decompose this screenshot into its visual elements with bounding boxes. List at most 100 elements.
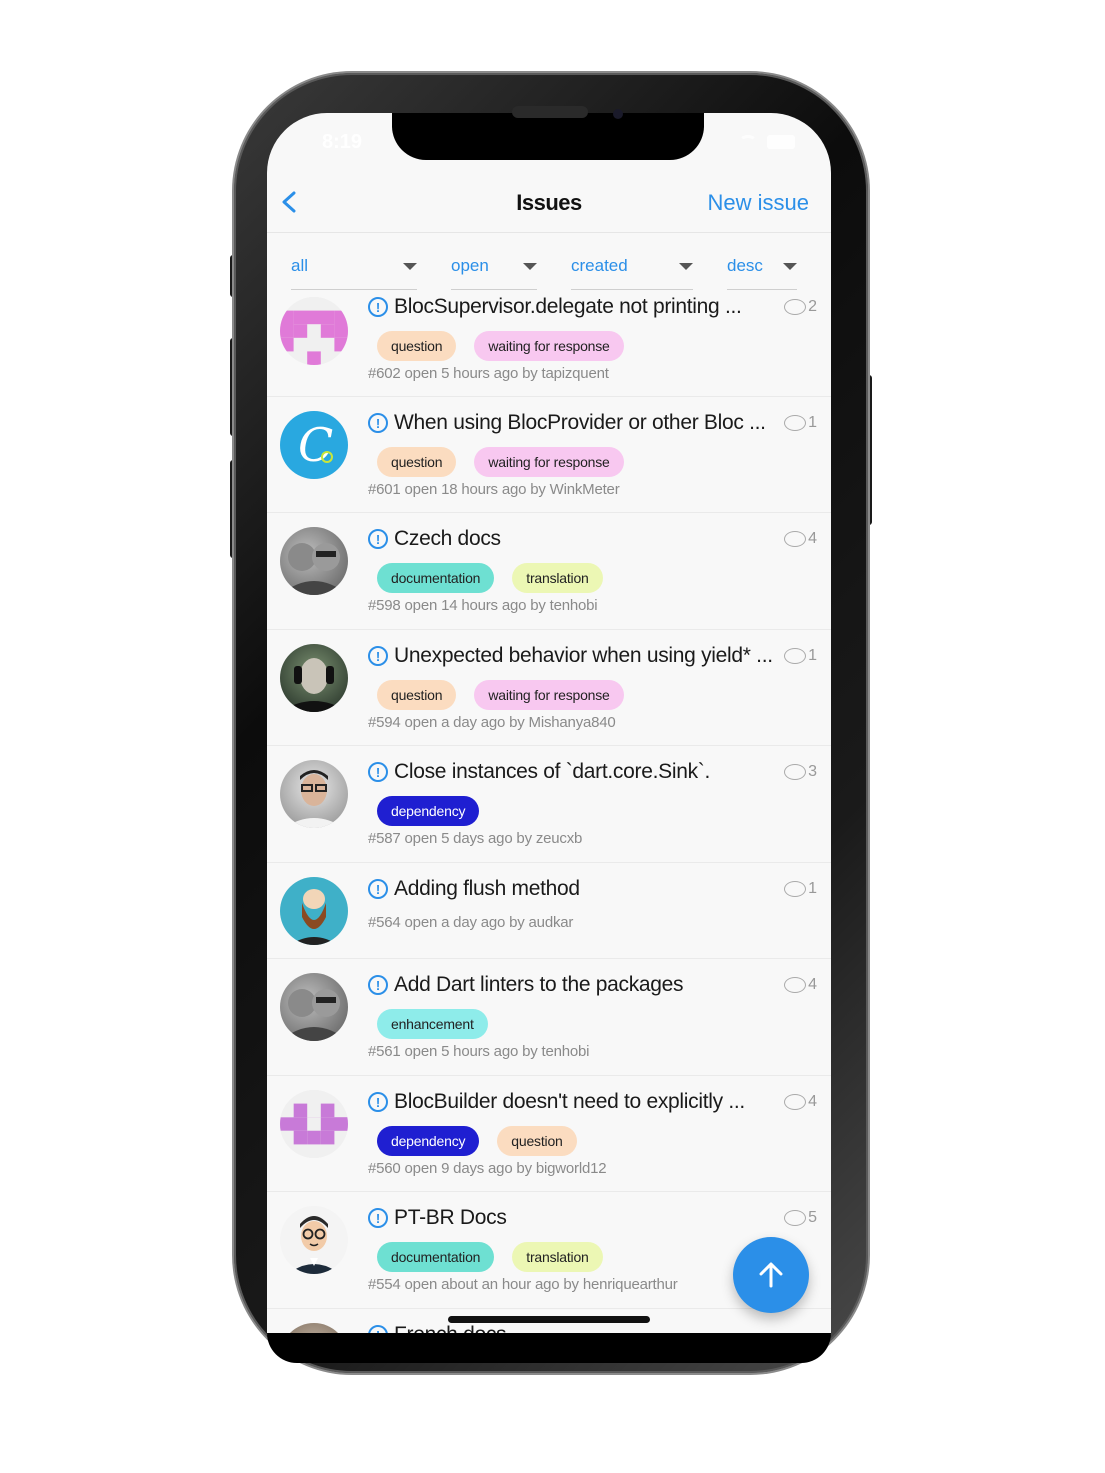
label-group: enhancement bbox=[377, 1009, 488, 1039]
dropdown-caret-icon bbox=[523, 263, 537, 270]
issue-row[interactable]: ! Adding flush method 1 #564 open a day … bbox=[267, 863, 831, 959]
issue-meta: #598 open 14 hours ago by tenhobi bbox=[368, 597, 598, 614]
issue-open-icon: ! bbox=[368, 879, 388, 899]
label-waiting-for-response[interactable]: waiting for response bbox=[474, 331, 624, 361]
issue-title: Czech docs bbox=[394, 527, 501, 550]
filter-label: open bbox=[451, 256, 489, 275]
label-question[interactable]: question bbox=[497, 1126, 577, 1156]
comment-bubble-icon bbox=[784, 881, 807, 897]
label-group: dependency question bbox=[377, 1126, 577, 1156]
issue-row[interactable]: ! BlocSupervisor.delegate not printing .… bbox=[267, 293, 831, 397]
phone-camera bbox=[613, 109, 623, 119]
label-enhancement[interactable]: enhancement bbox=[377, 1009, 488, 1039]
issue-title: BlocSupervisor.delegate not printing ... bbox=[394, 295, 742, 318]
status-icons bbox=[739, 135, 795, 149]
avatar bbox=[280, 297, 348, 365]
label-translation[interactable]: translation bbox=[512, 563, 603, 593]
comment-count: 3 bbox=[784, 763, 817, 781]
label-question[interactable]: question bbox=[377, 680, 457, 710]
issue-row[interactable]: ! Add Dart linters to the packages 4 enh… bbox=[267, 959, 831, 1076]
issue-meta: #554 open about an hour ago by henriquea… bbox=[368, 1276, 678, 1293]
filter-label: all bbox=[291, 256, 309, 275]
label-group: question waiting for response bbox=[377, 447, 624, 477]
issue-title: Unexpected behavior when using yield* ..… bbox=[394, 644, 773, 667]
avatar bbox=[280, 877, 348, 945]
phone-notch bbox=[392, 113, 704, 160]
comment-bubble-icon bbox=[784, 299, 807, 315]
label-documentation[interactable]: documentation bbox=[377, 1242, 495, 1272]
battery-icon bbox=[767, 135, 795, 149]
issue-title: Add Dart linters to the packages bbox=[394, 973, 684, 996]
filter-status-open[interactable]: open bbox=[451, 250, 537, 290]
comment-bubble-icon bbox=[784, 764, 807, 780]
issue-meta: #594 open a day ago by Mishanya840 bbox=[368, 714, 616, 731]
status-time: 8:19 bbox=[322, 131, 363, 153]
issue-title: Close instances of `dart.core.Sink`. bbox=[394, 760, 711, 783]
label-dependency[interactable]: dependency bbox=[377, 796, 480, 826]
issue-meta: #560 open 9 days ago by bigworld12 bbox=[368, 1160, 607, 1177]
comment-count: 5 bbox=[784, 1209, 817, 1227]
issue-open-icon: ! bbox=[368, 529, 388, 549]
dropdown-caret-icon bbox=[403, 263, 417, 270]
label-question[interactable]: question bbox=[377, 447, 457, 477]
issue-meta: #561 open 5 hours ago by tenhobi bbox=[368, 1043, 590, 1060]
issue-row[interactable]: ! Unexpected behavior when using yield* … bbox=[267, 630, 831, 746]
issue-title: PT-BR Docs bbox=[394, 1206, 507, 1229]
comment-count: 4 bbox=[784, 976, 817, 994]
issue-open-icon: ! bbox=[368, 762, 388, 782]
dropdown-caret-icon bbox=[783, 263, 797, 270]
label-waiting-for-response[interactable]: waiting for response bbox=[474, 447, 624, 477]
label-group: documentation translation bbox=[377, 1242, 603, 1272]
label-translation[interactable]: translation bbox=[512, 1242, 603, 1272]
filter-label: desc bbox=[727, 256, 763, 275]
comment-count: 4 bbox=[784, 1093, 817, 1111]
filter-sort-created[interactable]: created bbox=[571, 250, 693, 290]
wifi-icon bbox=[739, 135, 757, 149]
avatar bbox=[280, 973, 348, 1041]
issue-open-icon: ! bbox=[368, 646, 388, 666]
issue-row[interactable]: ! BlocBuilder doesn't need to explicitly… bbox=[267, 1076, 831, 1192]
issue-meta: #602 open 5 hours ago by tapizquent bbox=[368, 365, 609, 382]
issue-row[interactable]: ! Close instances of `dart.core.Sink`. 3… bbox=[267, 746, 831, 863]
issue-row[interactable]: ! Czech docs 4 documentation translation… bbox=[267, 513, 831, 630]
issue-row[interactable]: C ! When using BlocProvider or other Blo… bbox=[267, 397, 831, 513]
issue-meta: #564 open a day ago by audkar bbox=[368, 914, 574, 931]
svg-text:C: C bbox=[298, 418, 333, 472]
avatar bbox=[280, 644, 348, 712]
label-dependency[interactable]: dependency bbox=[377, 1126, 480, 1156]
label-group: documentation translation bbox=[377, 563, 603, 593]
arrow-up-icon bbox=[759, 1262, 783, 1288]
phone-bezel-bottom bbox=[267, 1333, 831, 1363]
comment-count: 4 bbox=[784, 530, 817, 548]
avatar bbox=[280, 527, 348, 595]
issue-list: ! BlocSupervisor.delegate not printing .… bbox=[267, 293, 831, 1335]
issue-meta: #601 open 18 hours ago by WinkMeter bbox=[368, 481, 620, 498]
issue-title: BlocBuilder doesn't need to explicitly .… bbox=[394, 1090, 745, 1113]
issue-open-icon: ! bbox=[368, 1092, 388, 1112]
comment-bubble-icon bbox=[784, 1210, 807, 1226]
avatar bbox=[280, 760, 348, 828]
phone-speaker bbox=[512, 106, 588, 118]
home-indicator[interactable] bbox=[448, 1316, 650, 1323]
label-question[interactable]: question bbox=[377, 331, 457, 361]
app-screen: 8:19 Issues New issue all open created d… bbox=[267, 113, 831, 1335]
issue-open-icon: ! bbox=[368, 975, 388, 995]
issue-meta: #587 open 5 days ago by zeucxb bbox=[368, 830, 583, 847]
scroll-to-top-button[interactable] bbox=[733, 1237, 809, 1313]
label-waiting-for-response[interactable]: waiting for response bbox=[474, 680, 624, 710]
new-issue-button[interactable]: New issue bbox=[708, 190, 809, 216]
filter-state-all[interactable]: all bbox=[291, 250, 417, 290]
comment-count: 2 bbox=[784, 298, 817, 316]
comment-bubble-icon bbox=[784, 1094, 807, 1110]
comment-count: 1 bbox=[784, 414, 817, 432]
label-group: question waiting for response bbox=[377, 680, 624, 710]
navigation-bar: Issues New issue bbox=[267, 173, 831, 233]
label-documentation[interactable]: documentation bbox=[377, 563, 495, 593]
comment-count: 1 bbox=[784, 880, 817, 898]
label-group: dependency bbox=[377, 796, 480, 826]
issue-title: Adding flush method bbox=[394, 877, 580, 900]
avatar bbox=[280, 1090, 348, 1158]
filter-direction-desc[interactable]: desc bbox=[727, 250, 797, 290]
issue-open-icon: ! bbox=[368, 413, 388, 433]
comment-bubble-icon bbox=[784, 648, 807, 664]
